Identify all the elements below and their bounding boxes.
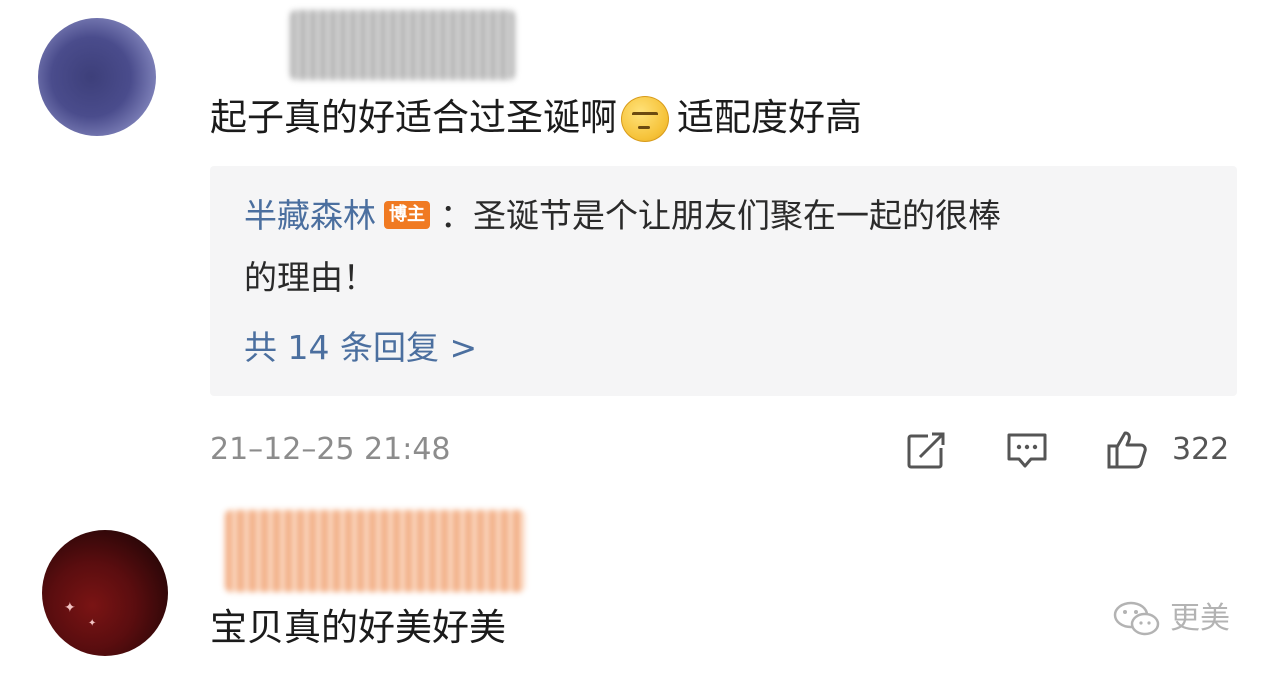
comment-meta-row: 21–12–25 21:48 322 — [210, 428, 1240, 472]
timestamp: 21–12–25 21:48 — [210, 432, 451, 467]
blogger-badge: 博主 — [384, 200, 430, 229]
watermark-text: 更美 — [1170, 601, 1230, 636]
reply-preview[interactable]: 半藏森林 博主 ：圣诞节是个让朋友们聚在一起的很棒 的理由！ 共 14 条回复 > — [210, 166, 1237, 396]
comment-icon[interactable] — [1006, 430, 1048, 470]
like-count: 322 — [1172, 432, 1230, 467]
comment-item: ✦ ✦ 宝贝真的好美好美 更美 — [0, 500, 1280, 676]
username-redacted[interactable] — [225, 510, 525, 592]
reply-separator: ： — [440, 196, 473, 235]
share-icon[interactable] — [906, 430, 948, 470]
avatar[interactable]: ✦ ✦ — [42, 530, 168, 656]
thumbs-up-icon[interactable] — [1106, 430, 1148, 470]
comment-item: 起子真的好适合过圣诞啊 适配度好高 半藏森林 博主 ：圣诞节是个让朋友们聚在一起的很棒… — [0, 0, 1280, 500]
comment-text: 宝贝真的好美好美 — [210, 606, 506, 649]
comment-text-part-2: 适配度好高 — [677, 96, 862, 139]
reply-author[interactable]: 半藏森林 — [244, 196, 376, 235]
view-replies-link[interactable]: 共 14 条回复 > — [244, 326, 477, 370]
avatar[interactable] — [38, 18, 156, 136]
comment-text: 起子真的好适合过圣诞啊 适配度好高 — [210, 94, 862, 142]
username-redacted[interactable] — [290, 10, 515, 80]
dizzy-smile-emoji-icon — [619, 94, 671, 142]
comment-text-part-1: 起子真的好适合过圣诞啊 — [210, 96, 617, 139]
reply-text-line-2: 的理由！ — [244, 258, 376, 297]
wechat-icon — [1113, 601, 1160, 636]
reply-line: 半藏森林 博主 ：圣诞节是个让朋友们聚在一起的很棒 — [244, 194, 1001, 238]
watermark: 更美 — [1112, 596, 1252, 642]
reply-text-line-1: 圣诞节是个让朋友们聚在一起的很棒 — [473, 196, 1001, 235]
